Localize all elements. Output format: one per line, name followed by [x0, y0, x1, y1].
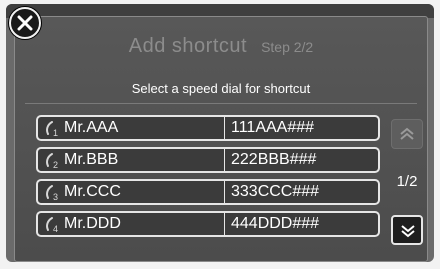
handset-icon: 1 [46, 121, 58, 138]
speed-dial-row-2[interactable]: 2 Mr.BBB 222BBB### [36, 147, 380, 173]
slot-number: 1 [53, 128, 58, 138]
speed-dial-number: 444DDD### [231, 215, 320, 232]
close-icon [17, 15, 33, 31]
close-button[interactable] [9, 7, 41, 39]
add-shortcut-panel: Add shortcut Step 2/2 Select a speed dial… [14, 16, 428, 262]
speed-dial-name-cell: 4 Mr.DDD [38, 213, 225, 235]
speed-dial-name: Mr.AAA [64, 119, 119, 136]
scroll-up-button[interactable] [391, 119, 423, 149]
speed-dial-name: Mr.BBB [64, 151, 119, 168]
page-indicator: 1/2 [396, 173, 418, 190]
speed-dial-name-cell: 3 Mr.CCC [38, 181, 225, 203]
speed-dial-row-3[interactable]: 3 Mr.CCC 333CCC### [36, 179, 380, 205]
instruction-text: Select a speed dial for shortcut [131, 81, 311, 96]
speed-dial-number: 111AAA### [231, 119, 315, 136]
slot-number: 4 [53, 224, 58, 234]
handset-icon: 3 [46, 185, 58, 202]
title-label: Add shortcut [128, 35, 248, 57]
handset-icon: 4 [46, 217, 58, 234]
speed-dial-name-cell: 1 Mr.AAA [38, 117, 225, 139]
scroll-down-button[interactable] [391, 215, 423, 245]
speed-dial-row-1[interactable]: 1 Mr.AAA 111AAA### [36, 115, 380, 141]
speed-dial-name: Mr.CCC [64, 183, 121, 200]
slot-number: 3 [53, 192, 58, 202]
step-label: Step 2/2 [261, 39, 314, 55]
speed-dial-number: 222BBB### [231, 151, 317, 168]
double-chevron-down-icon [401, 225, 415, 238]
speed-dial-row-4[interactable]: 4 Mr.DDD 444DDD### [36, 211, 380, 237]
screen: Add shortcut Step 2/2 Select a speed dial… [6, 4, 434, 262]
double-chevron-up-icon [400, 127, 414, 140]
handset-icon: 2 [46, 153, 58, 170]
divider [25, 103, 417, 104]
speed-dial-name-cell: 2 Mr.BBB [38, 149, 225, 171]
speed-dial-number: 333CCC### [231, 183, 320, 200]
slot-number: 2 [53, 160, 58, 170]
speed-dial-name: Mr.DDD [64, 215, 121, 232]
page-title: Add shortcut Step 2/2 [15, 35, 427, 58]
